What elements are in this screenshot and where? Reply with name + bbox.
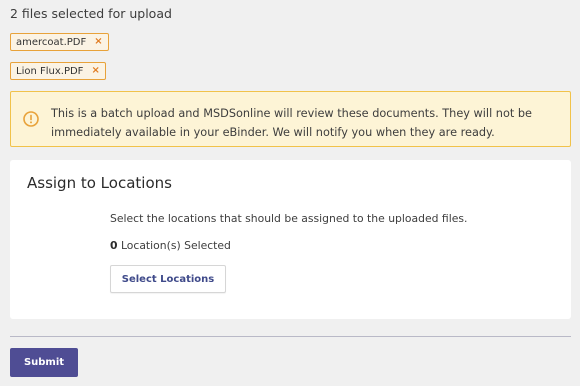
remove-file-icon[interactable]: ×	[94, 37, 102, 47]
files-selected-text: 2 files selected for upload	[10, 6, 172, 21]
locations-count-number: 0	[110, 239, 118, 252]
batch-upload-alert: This is a batch upload and MSDSonline wi…	[10, 91, 571, 147]
file-chip-name: amercoat.PDF	[16, 36, 87, 48]
card-title: Assign to Locations	[27, 174, 172, 192]
file-chip-name: Lion Flux.PDF	[16, 65, 84, 77]
remove-file-icon[interactable]: ×	[91, 66, 99, 76]
locations-selected-count: 0 Location(s) Selected	[110, 239, 231, 252]
file-chip: Lion Flux.PDF ×	[10, 62, 106, 80]
submit-button[interactable]: Submit	[10, 348, 78, 377]
locations-count-label: Location(s) Selected	[117, 239, 231, 252]
divider	[10, 336, 571, 337]
assign-locations-card: Assign to Locations Select the locations…	[10, 160, 571, 319]
select-locations-button[interactable]: Select Locations	[110, 265, 226, 293]
file-chip: amercoat.PDF ×	[10, 33, 109, 51]
assign-description: Select the locations that should be assi…	[110, 212, 468, 225]
alert-message: This is a batch upload and MSDSonline wi…	[51, 107, 533, 139]
warning-circle-icon	[23, 111, 39, 127]
